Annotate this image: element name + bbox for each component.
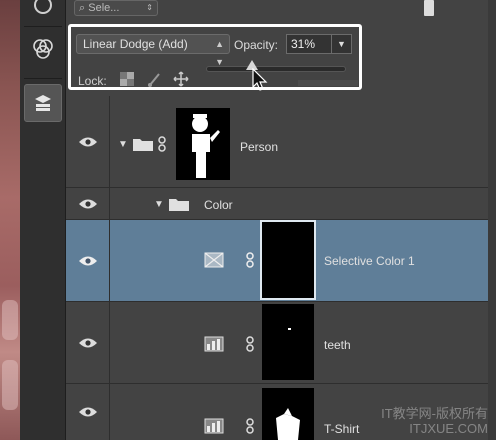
- eye-icon: [78, 199, 97, 208]
- visibility-toggle[interactable]: [66, 220, 110, 301]
- folder-icon: [169, 199, 189, 211]
- layer-row-color[interactable]: ▼ Color: [66, 188, 488, 220]
- photo-detail: [2, 360, 18, 410]
- layer-mask-thumbnail[interactable]: [262, 388, 314, 440]
- photo-detail: [2, 300, 18, 340]
- folder-icon: [133, 139, 153, 151]
- separator: [24, 78, 62, 79]
- panel-scrollbar[interactable]: [488, 0, 496, 440]
- layer-name-teeth: teeth: [324, 338, 351, 352]
- watermark: IT教学网-版权所有 ITJXUE.COM: [381, 406, 488, 436]
- layer-mask-thumbnail[interactable]: [262, 304, 314, 380]
- color-circles-icon: [33, 39, 53, 59]
- link-chain-icon[interactable]: [246, 252, 254, 268]
- levels-adjustment-icon[interactable]: [204, 336, 224, 352]
- layer-row-person[interactable]: ▼ Person: [66, 96, 488, 188]
- layer-filter-label: Sele...: [88, 2, 120, 14]
- watermark-line-2: ITJXUE.COM: [409, 421, 488, 436]
- adjustments-panel-button[interactable]: [24, 30, 62, 68]
- eye-icon: [78, 407, 97, 417]
- layer-name-selective-color: Selective Color 1: [324, 254, 415, 268]
- color-panel-button[interactable]: [24, 0, 62, 24]
- eye-icon: [78, 338, 97, 347]
- layers-panel-button[interactable]: [24, 84, 62, 122]
- layer-name-tshirt: T-Shirt: [324, 422, 360, 436]
- eye-icon: [78, 256, 97, 265]
- mask-detail: [288, 328, 291, 330]
- eye-icon: [78, 137, 97, 146]
- blend-options-highlight: [68, 24, 362, 90]
- layer-name-person: Person: [240, 140, 279, 154]
- visibility-toggle[interactable]: [66, 302, 110, 383]
- levels-adjustment-icon[interactable]: [204, 418, 224, 434]
- person-silhouette-icon: [192, 114, 220, 178]
- selective-color-adjustment-icon[interactable]: [204, 252, 224, 268]
- visibility-toggle[interactable]: [66, 96, 110, 187]
- layer-mask-thumbnail[interactable]: [176, 108, 230, 180]
- layer-name-color: Color: [204, 198, 233, 212]
- layer-filter-select[interactable]: ⌕ Sele... ⇕: [74, 0, 158, 16]
- visibility-toggle[interactable]: [66, 384, 110, 440]
- watermark-line-1: IT教学网-版权所有: [381, 406, 488, 421]
- expand-triangle-icon[interactable]: ▼: [118, 139, 128, 150]
- circle-icon: [34, 0, 52, 14]
- filter-toggle-switch[interactable]: [424, 0, 434, 16]
- layers-panel: ⌕ Sele... ⇕ Linear Dodge (Add) ▲ ▼ Opacit…: [66, 0, 496, 440]
- expand-triangle-icon[interactable]: ▼: [154, 199, 164, 210]
- link-chain-icon[interactable]: [246, 418, 254, 434]
- visibility-toggle[interactable]: [66, 188, 110, 219]
- layer-row-selective-color[interactable]: Selective Color 1: [66, 220, 488, 302]
- layers-stack-icon: [35, 95, 51, 111]
- panel-dock: [20, 0, 66, 440]
- layer-mask-thumbnail[interactable]: [260, 220, 316, 300]
- search-icon: ⌕: [79, 2, 86, 14]
- link-chain-icon[interactable]: [158, 136, 166, 152]
- link-chain-icon[interactable]: [246, 336, 254, 352]
- chevron-updown-icon: ⇕: [146, 3, 153, 12]
- separator: [24, 26, 62, 27]
- canvas-photo-edge: [0, 0, 20, 440]
- layer-row-teeth[interactable]: teeth: [66, 302, 488, 384]
- tshirt-silhouette-icon: [276, 408, 300, 440]
